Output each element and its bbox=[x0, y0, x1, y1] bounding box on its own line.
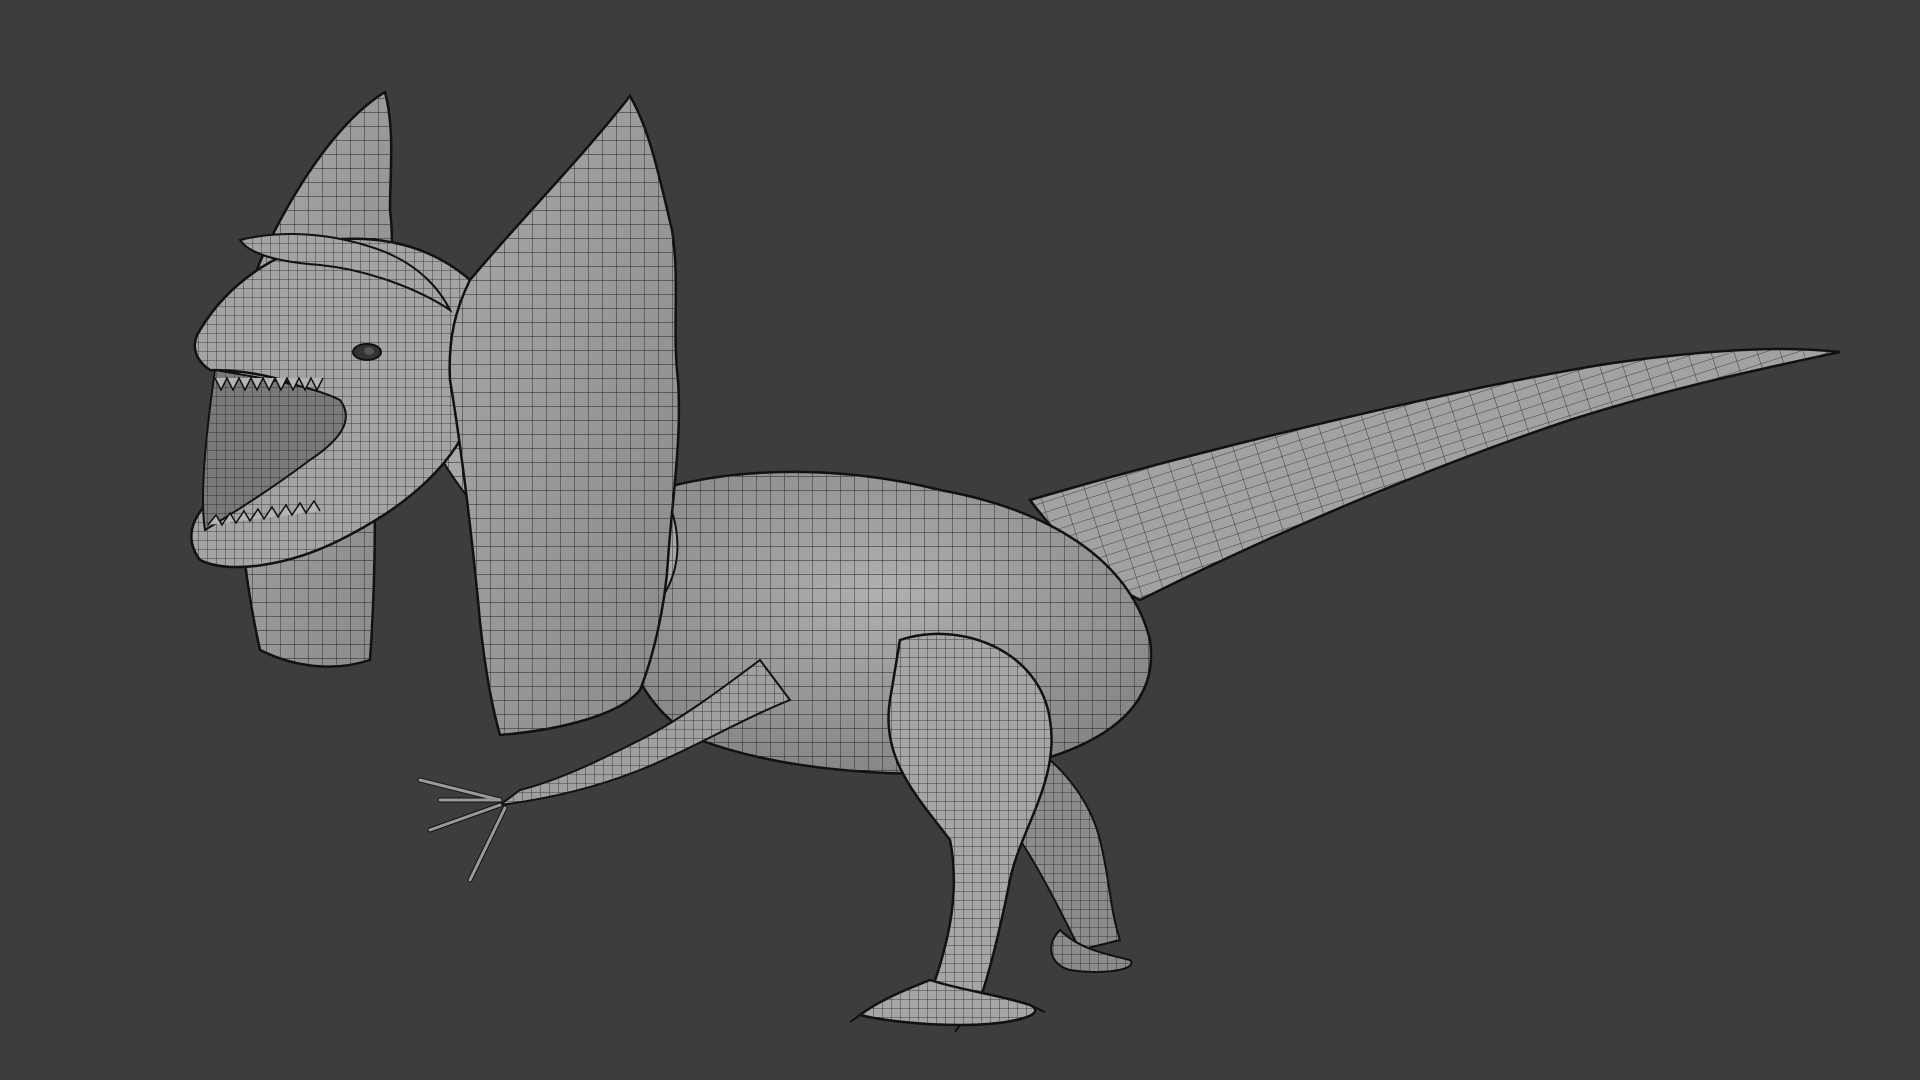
3d-viewport[interactable] bbox=[0, 0, 1920, 1080]
foot-near[interactable] bbox=[849, 978, 1046, 1033]
rear-leg-near[interactable] bbox=[887, 632, 1053, 1002]
tail[interactable] bbox=[1027, 347, 1841, 602]
frill-right[interactable] bbox=[448, 93, 681, 737]
eye bbox=[352, 343, 382, 361]
model-canvas[interactable] bbox=[0, 0, 1920, 1080]
